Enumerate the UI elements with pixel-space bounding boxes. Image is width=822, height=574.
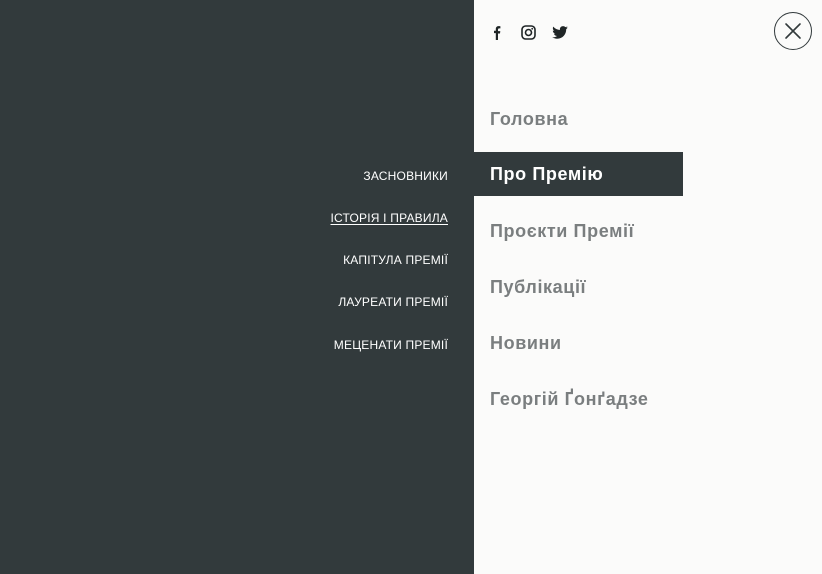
- submenu-panel: ЗАСНОВНИКИ ІСТОРІЯ І ПРАВИЛА КАПІТУЛА ПР…: [0, 0, 474, 574]
- submenu-item-laureates[interactable]: ЛАУРЕАТИ ПРЕМІЇ: [338, 295, 448, 309]
- submenu-item-history-rules[interactable]: ІСТОРІЯ І ПРАВИЛА: [331, 211, 448, 225]
- close-icon: [785, 23, 801, 39]
- main-menu-item-georgiy-gongadze[interactable]: Георгій Ґонґадзе: [474, 377, 683, 421]
- main-menu-item-about-prize[interactable]: Про Премію: [474, 152, 683, 196]
- twitter-icon[interactable]: [550, 22, 570, 42]
- social-links: [486, 22, 570, 42]
- facebook-icon[interactable]: [486, 22, 506, 42]
- main-menu-item-home[interactable]: Головна: [474, 97, 683, 141]
- main-menu-item-publications[interactable]: Публікації: [474, 265, 683, 309]
- close-button[interactable]: [774, 12, 812, 50]
- submenu-item-founders[interactable]: ЗАСНОВНИКИ: [363, 169, 448, 183]
- main-menu-item-prize-projects[interactable]: Проєкти Премії: [474, 209, 683, 253]
- main-menu-item-news[interactable]: Новини: [474, 321, 683, 365]
- instagram-icon[interactable]: [518, 22, 538, 42]
- submenu-item-patrons[interactable]: МЕЦЕНАТИ ПРЕМІЇ: [334, 338, 448, 352]
- main-menu-panel: Головна Про Премію Проєкти Премії Публік…: [474, 0, 822, 574]
- submenu-item-prize-council[interactable]: КАПІТУЛА ПРЕМІЇ: [343, 253, 448, 267]
